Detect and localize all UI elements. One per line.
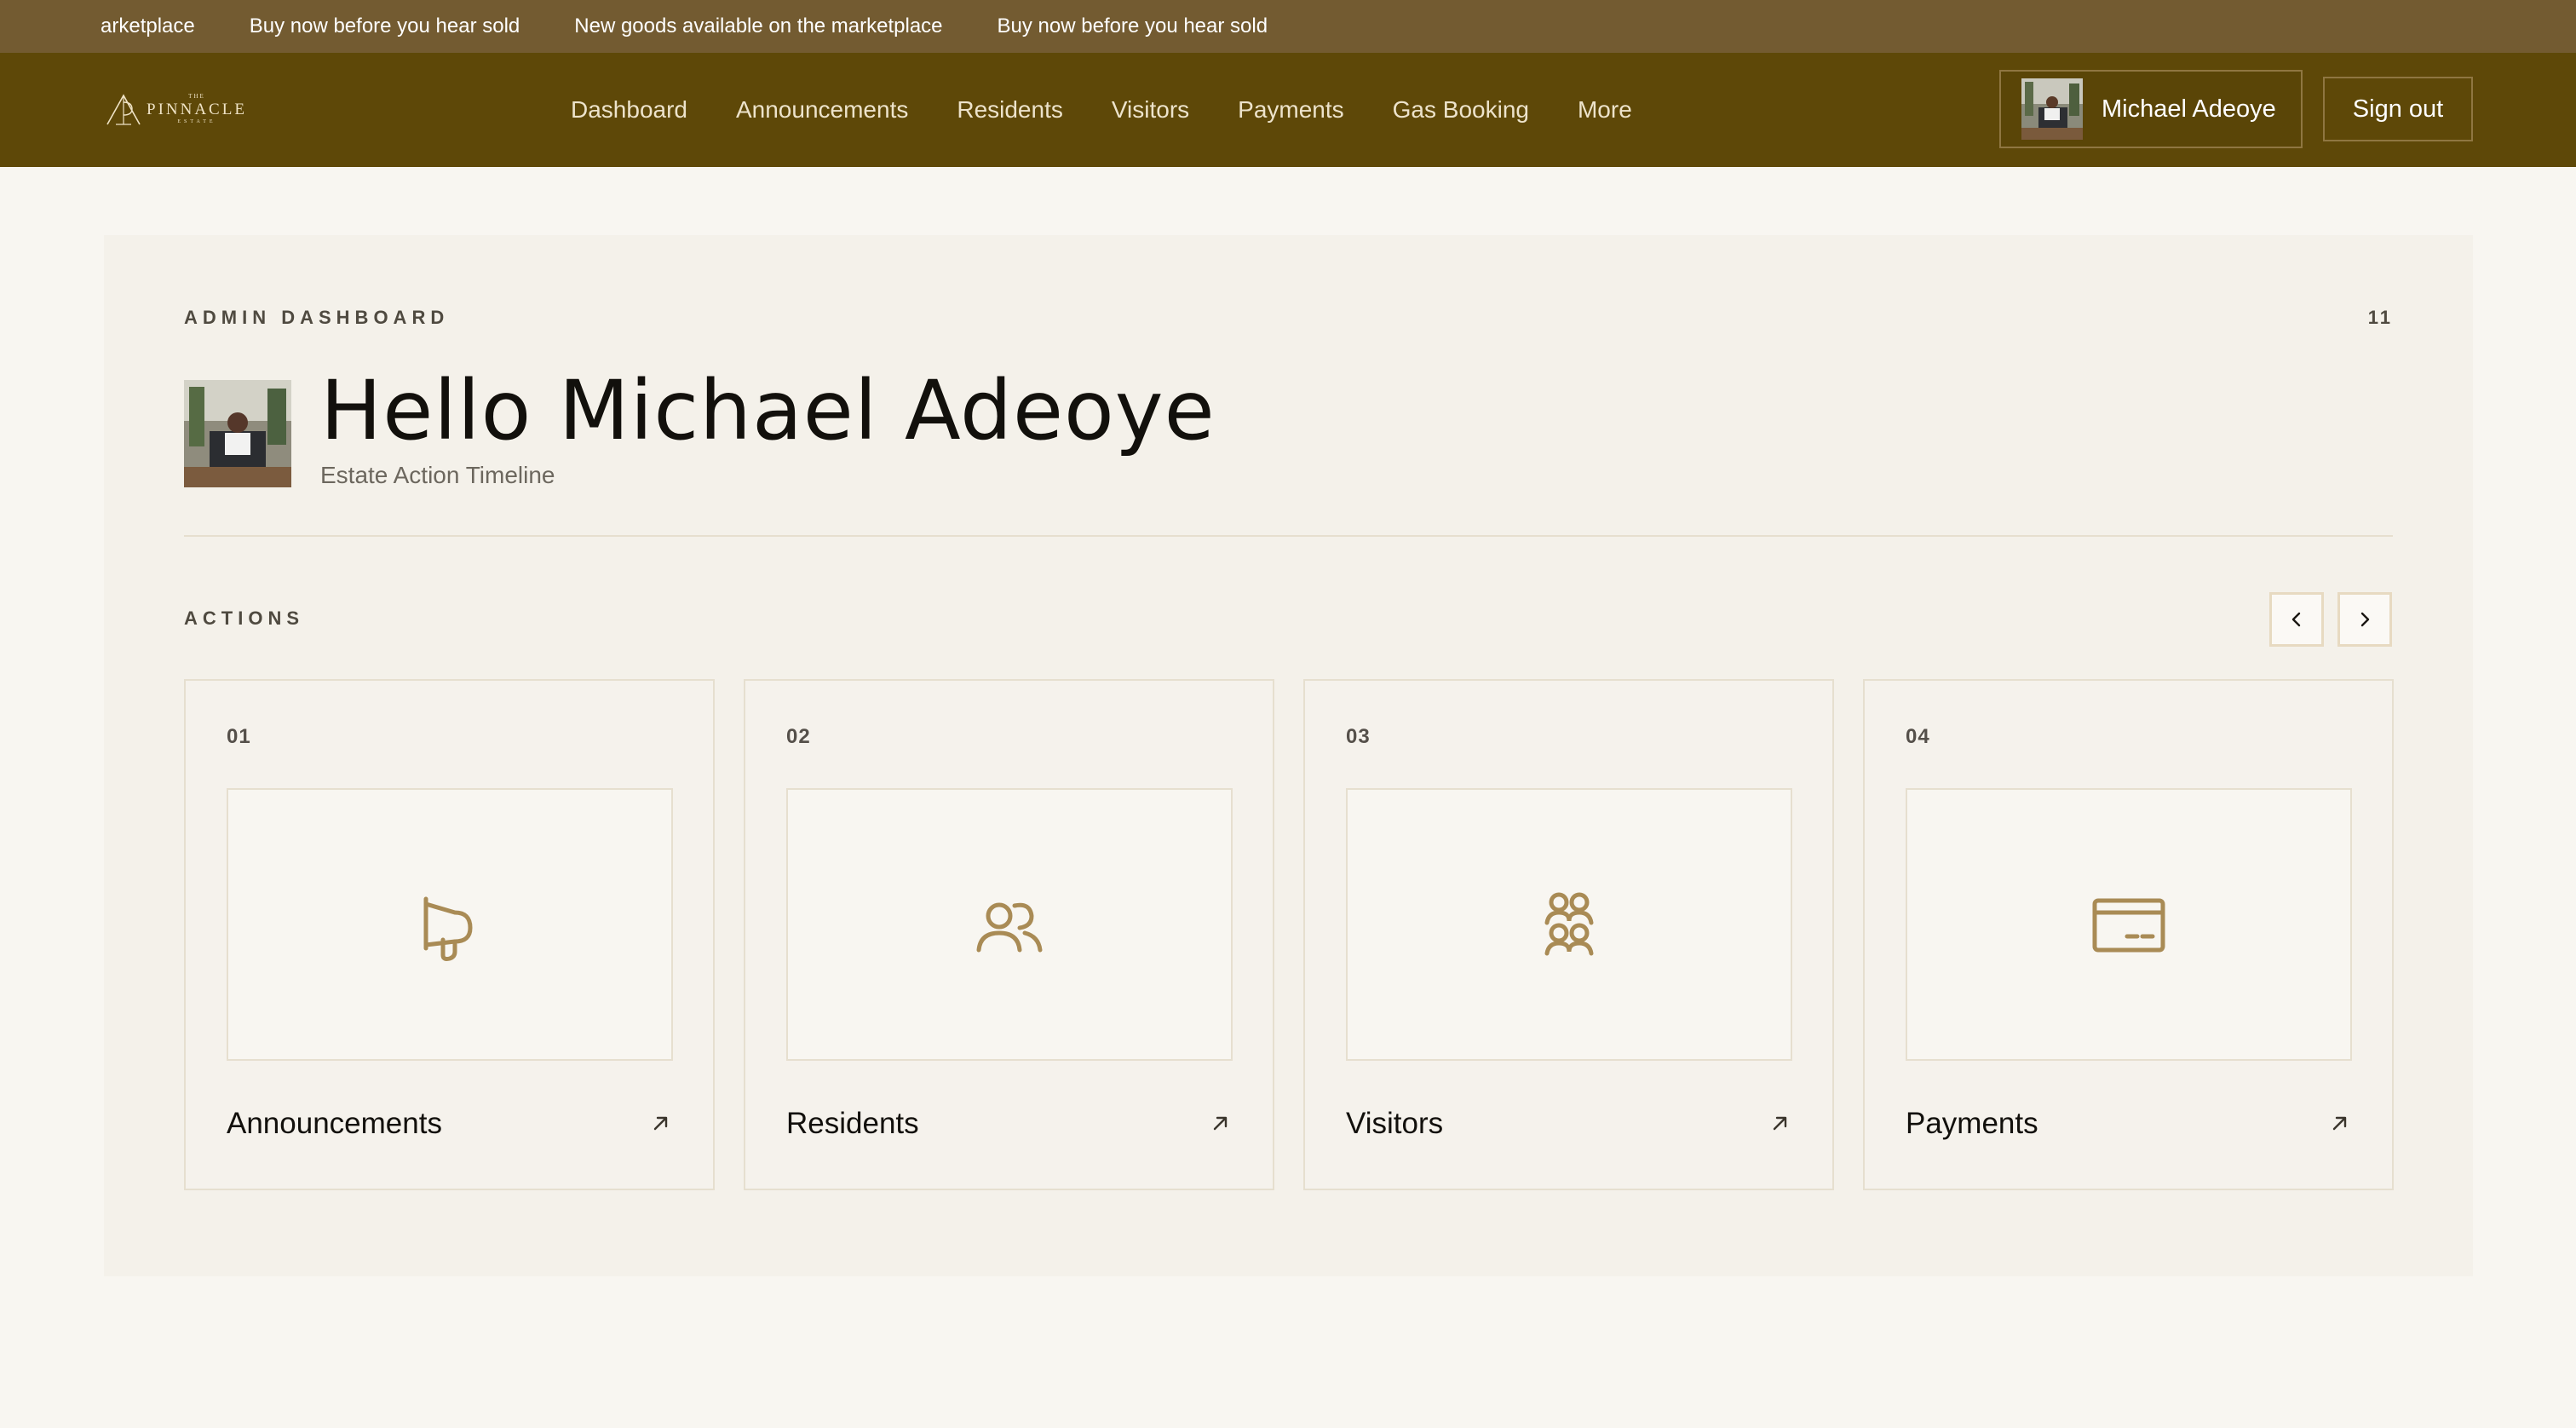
ticker-item: New goods available on the marketplace xyxy=(574,14,943,37)
logo-wordmark: THE PINNACLE ESTATE xyxy=(147,93,247,125)
arrow-up-right-icon xyxy=(2332,1116,2347,1131)
carousel-next-button[interactable] xyxy=(2337,592,2392,647)
admin-avatar xyxy=(184,380,291,487)
divider xyxy=(184,535,2393,537)
group-icon xyxy=(1544,892,1594,956)
user-name: Michael Adeoye xyxy=(2102,95,2276,123)
page-counter: 11 xyxy=(2367,307,2393,328)
arrow-up-right-icon xyxy=(653,1116,668,1131)
card-icon-frame xyxy=(1906,788,2352,1061)
action-card-residents[interactable]: 02 Residents xyxy=(744,679,1274,1190)
user-profile-button[interactable]: Michael Adeoye xyxy=(1999,70,2303,148)
arrow-up-right-icon xyxy=(1213,1116,1228,1131)
card-number: 04 xyxy=(1906,725,1930,748)
action-card-payments[interactable]: 04 Payments xyxy=(1863,679,2394,1190)
pinnacle-logo[interactable]: THE PINNACLE ESTATE xyxy=(104,87,249,131)
card-icon-frame xyxy=(227,788,673,1061)
nav-more[interactable]: More xyxy=(1578,96,1632,124)
card-title: Residents xyxy=(786,1107,919,1140)
card-number: 03 xyxy=(1346,725,1371,748)
card-icon-frame xyxy=(786,788,1233,1061)
megaphone-icon xyxy=(423,896,473,961)
ticker-item: arketplace xyxy=(101,14,195,37)
ticker-item: Buy now before you hear sold xyxy=(249,14,520,37)
card-number: 01 xyxy=(227,725,251,748)
nav-announcements[interactable]: Announcements xyxy=(736,96,908,124)
top-navbar: THE PINNACLE ESTATE Dashboard Announceme… xyxy=(0,53,2576,167)
nav-payments[interactable]: Payments xyxy=(1238,96,1344,124)
arrow-up-right-icon xyxy=(1773,1116,1787,1131)
action-card-announcements[interactable]: 01 Announcements xyxy=(184,679,715,1190)
page-kicker: ADMIN DASHBOARD xyxy=(184,307,450,328)
card-icon-frame xyxy=(1346,788,1792,1061)
users-icon xyxy=(976,902,1043,953)
sign-out-button[interactable]: Sign out xyxy=(2323,77,2473,141)
action-cards: 01 Announcements 02 Residents 03 Visitor… xyxy=(184,679,2394,1190)
nav-dashboard[interactable]: Dashboard xyxy=(571,96,687,124)
credit-card-icon xyxy=(2092,898,2165,953)
section-label-actions: ACTIONS xyxy=(184,607,304,629)
logo-text-top: THE xyxy=(188,93,205,100)
page-title: Hello Michael Adeoye xyxy=(320,363,1216,458)
chevron-right-icon xyxy=(2360,612,2370,627)
page-subtitle: Estate Action Timeline xyxy=(320,462,555,488)
action-card-visitors[interactable]: 03 Visitors xyxy=(1303,679,1834,1190)
marquee-ticker: arketplace Buy now before you hear sold … xyxy=(0,0,2576,53)
logo-text-bottom: ESTATE xyxy=(177,119,216,124)
card-title: Payments xyxy=(1906,1107,2038,1140)
carousel-prev-button[interactable] xyxy=(2269,592,2324,647)
chevron-left-icon xyxy=(2291,612,2301,627)
card-number: 02 xyxy=(786,725,811,748)
dashboard-panel: ADMIN DASHBOARD 11 Hello Michael Adeoye … xyxy=(104,235,2473,1276)
ticker-item: Buy now before you hear sold xyxy=(997,14,1268,37)
card-title: Visitors xyxy=(1346,1107,1444,1140)
main-nav: Dashboard Announcements Residents Visito… xyxy=(571,53,1632,167)
nav-residents[interactable]: Residents xyxy=(957,96,1063,124)
logo-text-name: PINNACLE xyxy=(147,101,247,118)
nav-visitors[interactable]: Visitors xyxy=(1112,96,1189,124)
logo-peak-icon xyxy=(106,94,141,125)
avatar xyxy=(2021,78,2083,140)
nav-gas-booking[interactable]: Gas Booking xyxy=(1393,96,1529,124)
card-title: Announcements xyxy=(227,1107,442,1140)
